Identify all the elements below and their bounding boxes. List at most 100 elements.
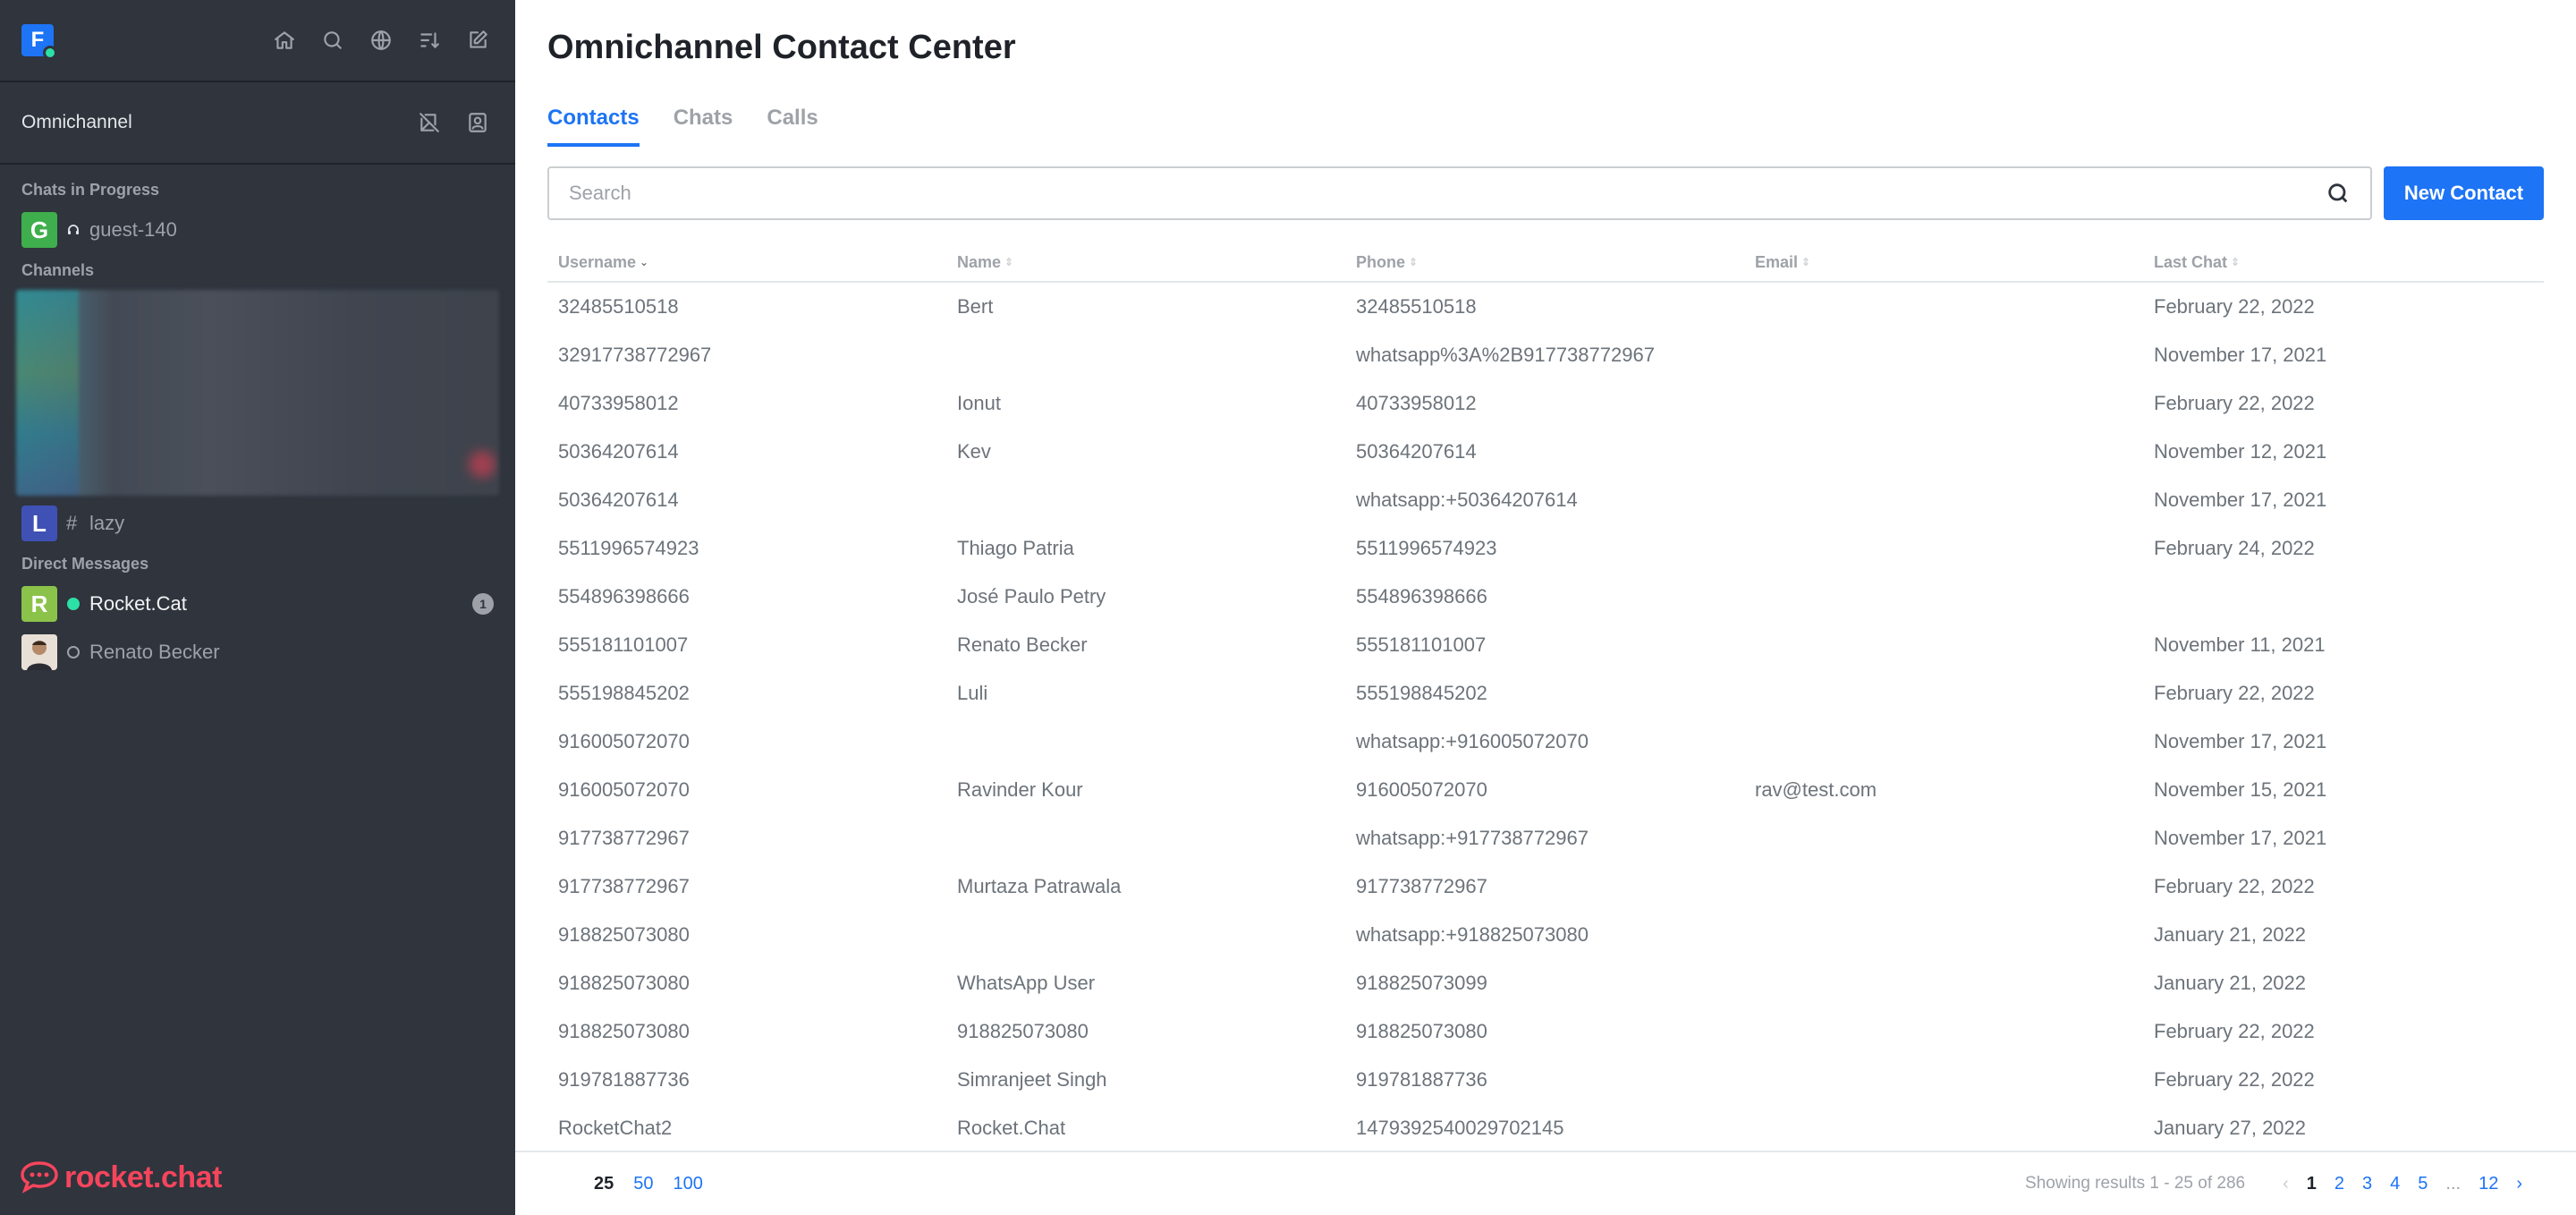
rocket-chat-logo: rocket.chat xyxy=(20,1160,222,1195)
column-label: Email xyxy=(1755,252,1799,271)
table-row[interactable]: 918825073080 WhatsApp User 918825073099 Jan… xyxy=(547,959,2544,1007)
table-row[interactable]: RocketChat2 Rocket.Chat 147939254002970214… xyxy=(547,1104,2544,1152)
column-label: Last Chat xyxy=(2154,252,2228,271)
pagination-bar: 25 50 100 Showing results 1 - 25 of 286 … xyxy=(515,1151,2576,1215)
chevron-left-icon[interactable]: ‹ xyxy=(2283,1174,2289,1194)
cell-phone: whatsapp:+50364207614 xyxy=(1356,489,1578,511)
search-icon[interactable] xyxy=(317,24,349,56)
table-row[interactable]: 919781887736 Simranjeet Singh 919781887736… xyxy=(547,1056,2544,1104)
column-header-name[interactable]: Name ⇕ xyxy=(946,243,1345,281)
create-new-icon[interactable] xyxy=(462,24,494,56)
section-title-direct-messages: Direct Messages xyxy=(21,554,149,573)
workspace-initial: F xyxy=(30,28,45,52)
sidebar-item-lazy[interactable]: L # lazy xyxy=(0,499,515,548)
sort-icon[interactable] xyxy=(413,24,445,56)
omnichannel-section: Omnichannel xyxy=(0,82,515,165)
cell-last-chat: November 17, 2021 xyxy=(2154,827,2327,849)
avatar: G xyxy=(21,212,57,248)
sidebar-header: F xyxy=(0,0,515,82)
page-12[interactable]: 12 xyxy=(2479,1174,2498,1194)
sidebar-item-renato-becker[interactable]: Renato Becker xyxy=(0,628,515,676)
table-row[interactable]: 555198845202 Luli 555198845202 February 22,… xyxy=(547,669,2544,718)
avatar-photo xyxy=(21,634,57,670)
blurred-channel-list xyxy=(16,290,499,496)
table-header: Username ⌄ Name ⇕ Phone ⇕ Email ⇕ Last Chat ⇕ xyxy=(547,243,2544,283)
cell-phone: 1479392540029702145 xyxy=(1356,1117,1564,1139)
search-field[interactable] xyxy=(547,166,2372,220)
table-row[interactable]: 918825073080 whatsapp:+918825073080 Januar… xyxy=(547,911,2544,959)
cell-last-chat: February 22, 2022 xyxy=(2154,392,2315,414)
sort-icon: ⇕ xyxy=(1801,256,1811,268)
table-row[interactable]: 50364207614 whatsapp:+50364207614 November… xyxy=(547,476,2544,524)
home-icon[interactable] xyxy=(268,24,301,56)
chevron-right-icon[interactable]: › xyxy=(2516,1174,2522,1194)
column-header-email[interactable]: Email ⇕ xyxy=(1744,243,2143,281)
cell-phone: 918825073080 xyxy=(1356,1020,1487,1042)
cell-last-chat: February 22, 2022 xyxy=(2154,1068,2315,1091)
offline-status-icon xyxy=(67,646,80,658)
cell-phone: 555198845202 xyxy=(1356,682,1487,704)
agent-unavailable-icon[interactable] xyxy=(413,106,445,139)
cell-last-chat: January 21, 2022 xyxy=(2154,923,2307,946)
tab-contacts[interactable]: Contacts xyxy=(547,106,640,147)
cell-name: Kev xyxy=(957,440,991,463)
table-row[interactable]: 916005072070 whatsapp:+916005072070 Novemb… xyxy=(547,718,2544,766)
per-page-100[interactable]: 100 xyxy=(674,1174,703,1194)
table-row[interactable]: 917738772967 whatsapp:+917738772967 Novemb… xyxy=(547,814,2544,862)
table-row[interactable]: 40733958012 Ionut 40733958012 February 22, … xyxy=(547,379,2544,428)
sidebar-item-rocket-cat[interactable]: R Rocket.Cat 1 xyxy=(0,580,515,628)
cell-phone: whatsapp:+917738772967 xyxy=(1356,827,1589,849)
column-header-username[interactable]: Username ⌄ xyxy=(547,243,946,281)
cell-username: 554896398666 xyxy=(558,585,690,608)
table-row[interactable]: 50364207614 Kev 50364207614 November 12, 20… xyxy=(547,428,2544,476)
column-header-last-chat[interactable]: Last Chat ⇕ xyxy=(2143,243,2544,281)
table-row[interactable]: 5511996574923 Thiago Patria 5511996574923 F… xyxy=(547,524,2544,573)
cell-username: 50364207614 xyxy=(558,440,679,463)
brand-text: rocket.chat xyxy=(64,1160,222,1194)
tab-calls[interactable]: Calls xyxy=(767,106,818,147)
page-5[interactable]: 5 xyxy=(2418,1174,2428,1194)
contact-center-icon[interactable] xyxy=(462,106,494,139)
column-header-phone[interactable]: Phone ⇕ xyxy=(1345,243,1744,281)
cell-name: Bert xyxy=(957,295,994,318)
cell-last-chat: November 15, 2021 xyxy=(2154,778,2327,801)
cell-phone: whatsapp%3A%2B917738772967 xyxy=(1356,344,1655,366)
room-name: Renato Becker xyxy=(89,641,220,663)
page-1[interactable]: 1 xyxy=(2307,1174,2317,1194)
page-3[interactable]: 3 xyxy=(2362,1174,2372,1194)
page-4[interactable]: 4 xyxy=(2390,1174,2400,1194)
table-row[interactable]: 32485510518 Bert 32485510518 February 22, 2… xyxy=(547,283,2544,331)
column-label: Name xyxy=(957,252,1002,271)
per-page-25[interactable]: 25 xyxy=(594,1174,614,1194)
cell-phone: whatsapp:+916005072070 xyxy=(1356,730,1589,752)
cell-phone: 32485510518 xyxy=(1356,295,1477,318)
search-input[interactable] xyxy=(569,182,2326,205)
cell-last-chat: November 17, 2021 xyxy=(2154,730,2327,752)
sidebar-item-guest[interactable]: G guest-140 xyxy=(0,206,515,254)
table-body: 32485510518 Bert 32485510518 February 22, 2… xyxy=(547,283,2544,1152)
table-row[interactable]: 32917738772967 whatsapp%3A%2B917738772967… xyxy=(547,331,2544,379)
directory-globe-icon[interactable] xyxy=(365,24,397,56)
section-title-channels: Channels xyxy=(21,260,95,279)
per-page-50[interactable]: 50 xyxy=(633,1174,653,1194)
table-row[interactable]: 554896398666 José Paulo Petry 554896398666 xyxy=(547,573,2544,621)
cell-phone: 917738772967 xyxy=(1356,875,1487,897)
cell-username: 917738772967 xyxy=(558,827,690,849)
new-contact-button[interactable]: New Contact xyxy=(2384,166,2544,220)
cell-username: 32485510518 xyxy=(558,295,679,318)
cell-phone: 919781887736 xyxy=(1356,1068,1487,1091)
table-row[interactable]: 555181101007 Renato Becker 555181101007 Nov… xyxy=(547,621,2544,669)
cell-name: Rocket.Chat xyxy=(957,1117,1066,1139)
table-row[interactable]: 918825073080 918825073080 918825073080 Febr… xyxy=(547,1007,2544,1056)
tab-chats[interactable]: Chats xyxy=(674,106,733,147)
table-row[interactable]: 916005072070 Ravinder Kour 916005072070 rav… xyxy=(547,766,2544,814)
sidebar-actions xyxy=(268,24,494,56)
cell-username: 32917738772967 xyxy=(558,344,712,366)
workspace-avatar[interactable]: F xyxy=(21,24,57,60)
page-2[interactable]: 2 xyxy=(2334,1174,2344,1194)
cell-username: 918825073080 xyxy=(558,972,690,994)
table-row[interactable]: 917738772967 Murtaza Patrawala 91773877296… xyxy=(547,862,2544,911)
sidebar: F Omnichannel Chats in Progress G guest-… xyxy=(0,0,515,1215)
page-ellipsis: ... xyxy=(2445,1173,2462,1194)
hashtag-icon: # xyxy=(66,512,78,534)
